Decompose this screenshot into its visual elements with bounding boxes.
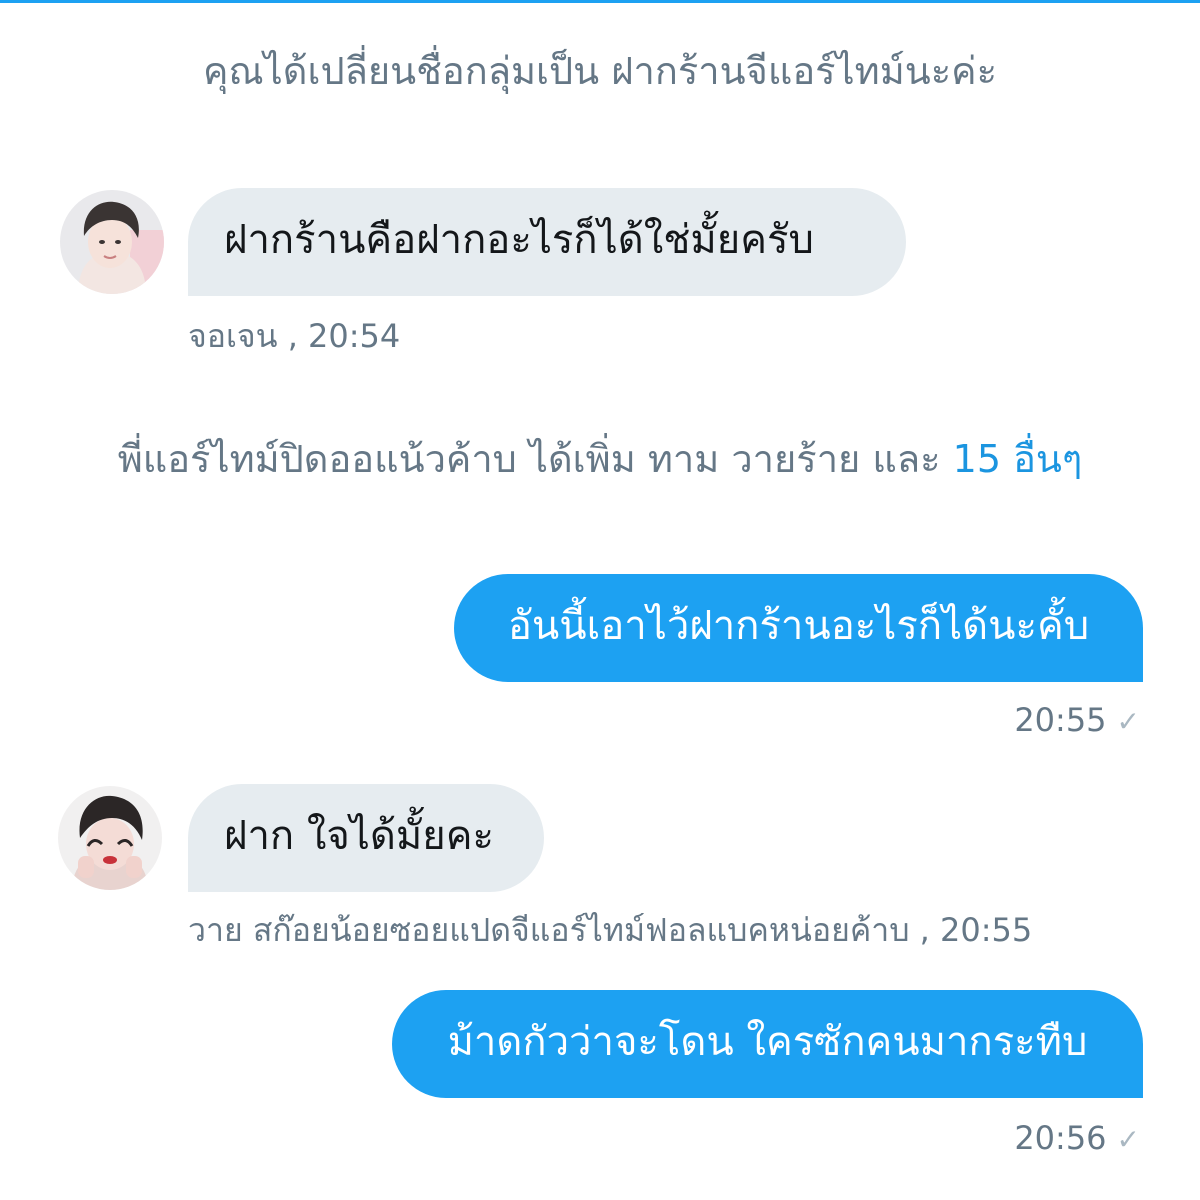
message-time: 20:55 — [1014, 701, 1107, 739]
dm-conversation: คุณได้เปลี่ยนชื่อกลุ่มเป็น ฝากร้านจีแอร์… — [0, 0, 1200, 1200]
incoming-message-bubble[interactable]: ฝากร้านคือฝากอะไรก็ได้ใช่มั้ยครับ — [188, 188, 906, 296]
sender-name: วาย สก๊อยน้อยซอยแปดจีแอร์ไทม์ฟอลแบคหน่อย… — [188, 911, 910, 949]
top-divider — [0, 0, 1200, 3]
sender-name: จอเจน — [188, 317, 278, 355]
system-message-rename: คุณได้เปลี่ยนชื่อกลุ่มเป็น ฝากร้านจีแอร์… — [0, 46, 1200, 96]
message-time: 20:56 — [1014, 1119, 1107, 1157]
check-icon: ✓ — [1116, 1123, 1140, 1156]
incoming-message-bubble[interactable]: ฝาก ใจได้มั้ยคะ — [188, 784, 544, 892]
message-meta: จอเจน , 20:54 — [188, 316, 400, 356]
user-avatar-image — [58, 786, 162, 890]
system-message-join: พี่แอร์ไทม์ปิดออแน้วค้าบ ได้เพิ่ม ทาม วา… — [0, 434, 1200, 484]
check-icon: ✓ — [1116, 705, 1140, 738]
system-message-text: พี่แอร์ไทม์ปิดออแน้วค้าบ ได้เพิ่ม ทาม วา… — [117, 437, 953, 481]
message-text: ฝากร้านคือฝากอะไรก็ได้ใช่มั้ยครับ — [224, 217, 814, 263]
message-text: ฝาก ใจได้มั้ยคะ — [224, 813, 494, 859]
avatar[interactable] — [60, 190, 164, 294]
message-text: อันนี้เอาไว้ฝากร้านอะไรก็ได้นะคั้บ — [507, 603, 1090, 649]
message-text: ม้าดกัวว่าจะโดน ใครซักคนมากระทืบ — [447, 1019, 1088, 1065]
message-time: , 20:54 — [287, 317, 401, 355]
message-meta: 20:55 ✓ — [1014, 700, 1140, 742]
user-avatar-image — [60, 190, 164, 294]
message-meta: วาย สก๊อยน้อยซอยแปดจีแอร์ไทม์ฟอลแบคหน่อย… — [188, 910, 1032, 950]
avatar[interactable] — [58, 786, 162, 890]
system-message-text: คุณได้เปลี่ยนชื่อกลุ่มเป็น ฝากร้านจีแอร์… — [203, 49, 997, 93]
message-meta: 20:56 ✓ — [1014, 1118, 1140, 1160]
message-time: , 20:55 — [919, 911, 1033, 949]
outgoing-message-bubble[interactable]: อันนี้เอาไว้ฝากร้านอะไรก็ได้นะคั้บ — [454, 574, 1143, 682]
others-link[interactable]: 15 อื่นๆ — [953, 437, 1083, 481]
outgoing-message-bubble[interactable]: ม้าดกัวว่าจะโดน ใครซักคนมากระทืบ — [392, 990, 1143, 1098]
